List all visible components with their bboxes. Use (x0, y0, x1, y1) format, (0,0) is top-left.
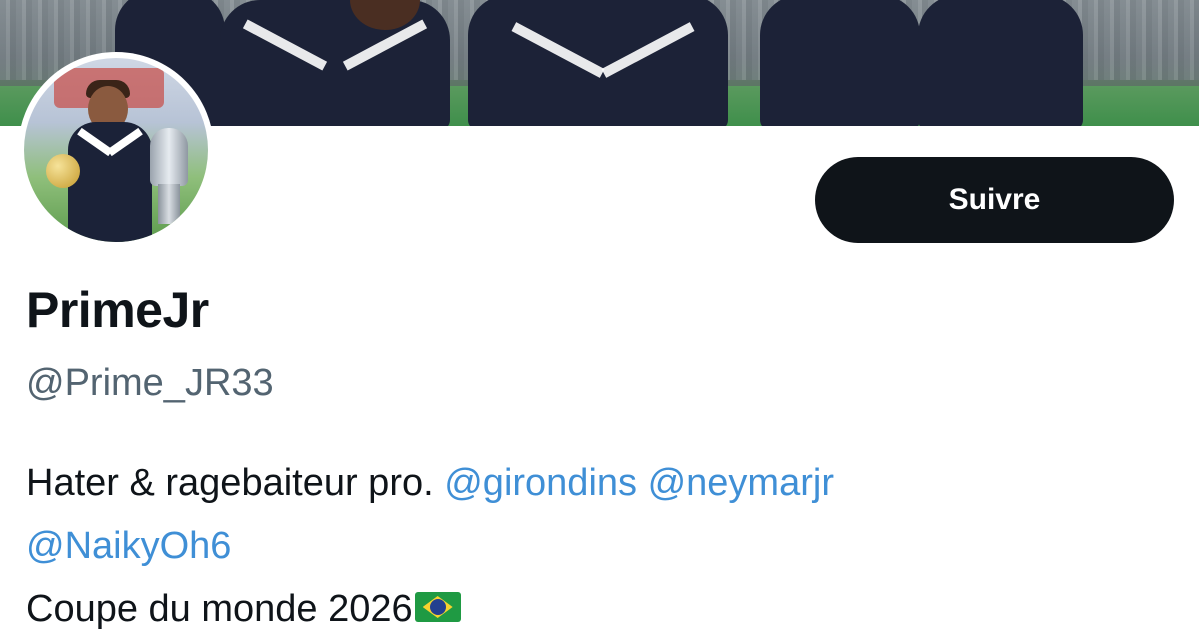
follow-button[interactable]: Suivre (815, 157, 1174, 243)
bio-line-3: Coupe du monde 2026 (26, 578, 1176, 637)
mention-link-girondins[interactable]: @girondins (444, 462, 637, 504)
banner-player (220, 0, 450, 126)
banner-player (760, 0, 920, 126)
display-name: PrimeJr (26, 282, 209, 338)
bio-line-2: @NaikyOh6 (26, 515, 1176, 578)
profile-handle: @Prime_JR33 (26, 362, 274, 404)
trophy-icon (150, 128, 188, 186)
bio-text-worldcup: Coupe du monde 2026 (26, 588, 413, 630)
profile-bio: Hater & ragebaiteur pro. @girondins @ney… (26, 452, 1176, 637)
banner-player (468, 0, 728, 126)
bio-text: Hater & ragebaiteur pro. (26, 462, 434, 504)
ballon-dor-icon (46, 154, 80, 188)
banner-player (918, 0, 1083, 126)
mention-link-naikyoh6[interactable]: @NaikyOh6 (26, 525, 231, 567)
bio-line-1: Hater & ragebaiteur pro. @girondins @ney… (26, 452, 1176, 515)
avatar-image (24, 58, 208, 242)
profile-avatar[interactable] (18, 52, 214, 248)
mention-link-neymarjr[interactable]: @neymarjr (648, 462, 834, 504)
brazil-flag-icon (414, 591, 461, 622)
